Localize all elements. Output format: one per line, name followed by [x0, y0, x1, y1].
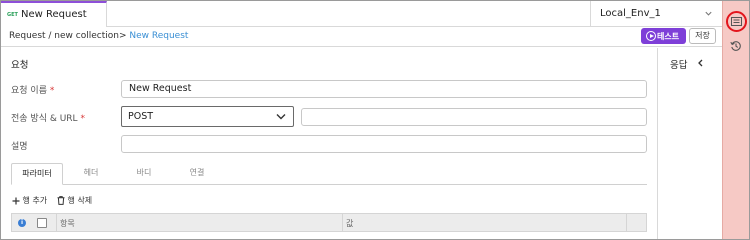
- response-panel-label: 응답: [670, 60, 688, 71]
- test-button-label: 테스트: [657, 32, 680, 41]
- add-row-button[interactable]: 행 추가: [12, 195, 47, 206]
- column-divider: [626, 214, 627, 231]
- description-input[interactable]: [121, 135, 647, 153]
- column-value: 값: [346, 219, 354, 228]
- panel-divider: [657, 48, 658, 239]
- tab-body[interactable]: 바디: [126, 163, 162, 185]
- right-rail: [722, 1, 749, 239]
- test-button[interactable]: 테스트: [641, 28, 686, 44]
- url-input[interactable]: [301, 108, 647, 126]
- chevron-left-icon[interactable]: [697, 59, 704, 67]
- panel-toggle-icon: [731, 17, 742, 26]
- method-url-label: 전송 방식 & URL *: [11, 111, 85, 124]
- tab-new-request[interactable]: GET New Request: [1, 1, 107, 27]
- method-select[interactable]: POST: [121, 106, 294, 127]
- add-row-label: 행 추가: [22, 196, 48, 205]
- tab-parameters[interactable]: 파라미터: [11, 163, 63, 185]
- tab-connection[interactable]: 연결: [179, 163, 215, 185]
- select-all-checkbox[interactable]: [37, 218, 47, 228]
- params-table-header: i 항목 값: [11, 213, 647, 232]
- breadcrumb: Request / new collection> New Request: [9, 31, 188, 41]
- method-select-value: POST: [128, 111, 154, 122]
- request-name-label: 요청 이름 *: [11, 83, 54, 96]
- tab-method-badge: GET: [7, 12, 18, 18]
- history-icon[interactable]: [730, 40, 742, 52]
- request-name-input[interactable]: New Request: [121, 80, 647, 98]
- delete-row-label: 행 삭제: [67, 196, 93, 205]
- section-title: 요청: [11, 60, 29, 71]
- description-label: 설명: [11, 142, 28, 152]
- column-divider: [56, 214, 57, 231]
- environment-select[interactable]: Local_Env_1: [590, 1, 723, 27]
- breadcrumb-path: Request / new collection>: [9, 31, 127, 41]
- play-icon: [646, 31, 656, 41]
- column-key: 항목: [60, 219, 75, 228]
- breadcrumb-current[interactable]: New Request: [129, 31, 188, 41]
- request-subtabs: 파라미터 헤더 바디 연결: [11, 163, 647, 185]
- chevron-down-icon: [705, 11, 712, 16]
- save-button[interactable]: 저장: [689, 28, 716, 44]
- tab-headers[interactable]: 헤더: [73, 163, 109, 185]
- chevron-down-icon: [276, 114, 286, 120]
- column-divider: [342, 214, 343, 231]
- request-name-label-text: 요청 이름: [11, 86, 47, 96]
- trash-icon: [57, 196, 65, 205]
- panel-toggle-button[interactable]: [726, 11, 747, 32]
- environment-label: Local_Env_1: [600, 8, 661, 19]
- tab-title: New Request: [21, 9, 87, 20]
- delete-row-button[interactable]: 행 삭제: [57, 195, 92, 206]
- required-mark: *: [49, 86, 55, 96]
- tab-bar: GET New Request Local_Env_1: [1, 1, 722, 27]
- method-url-label-text: 전송 방식 & URL: [11, 114, 78, 124]
- info-icon: i: [18, 219, 26, 227]
- breadcrumb-bar: Request / new collection> New Request 테스…: [1, 27, 722, 47]
- plus-icon: [12, 197, 20, 204]
- required-mark: *: [80, 114, 85, 124]
